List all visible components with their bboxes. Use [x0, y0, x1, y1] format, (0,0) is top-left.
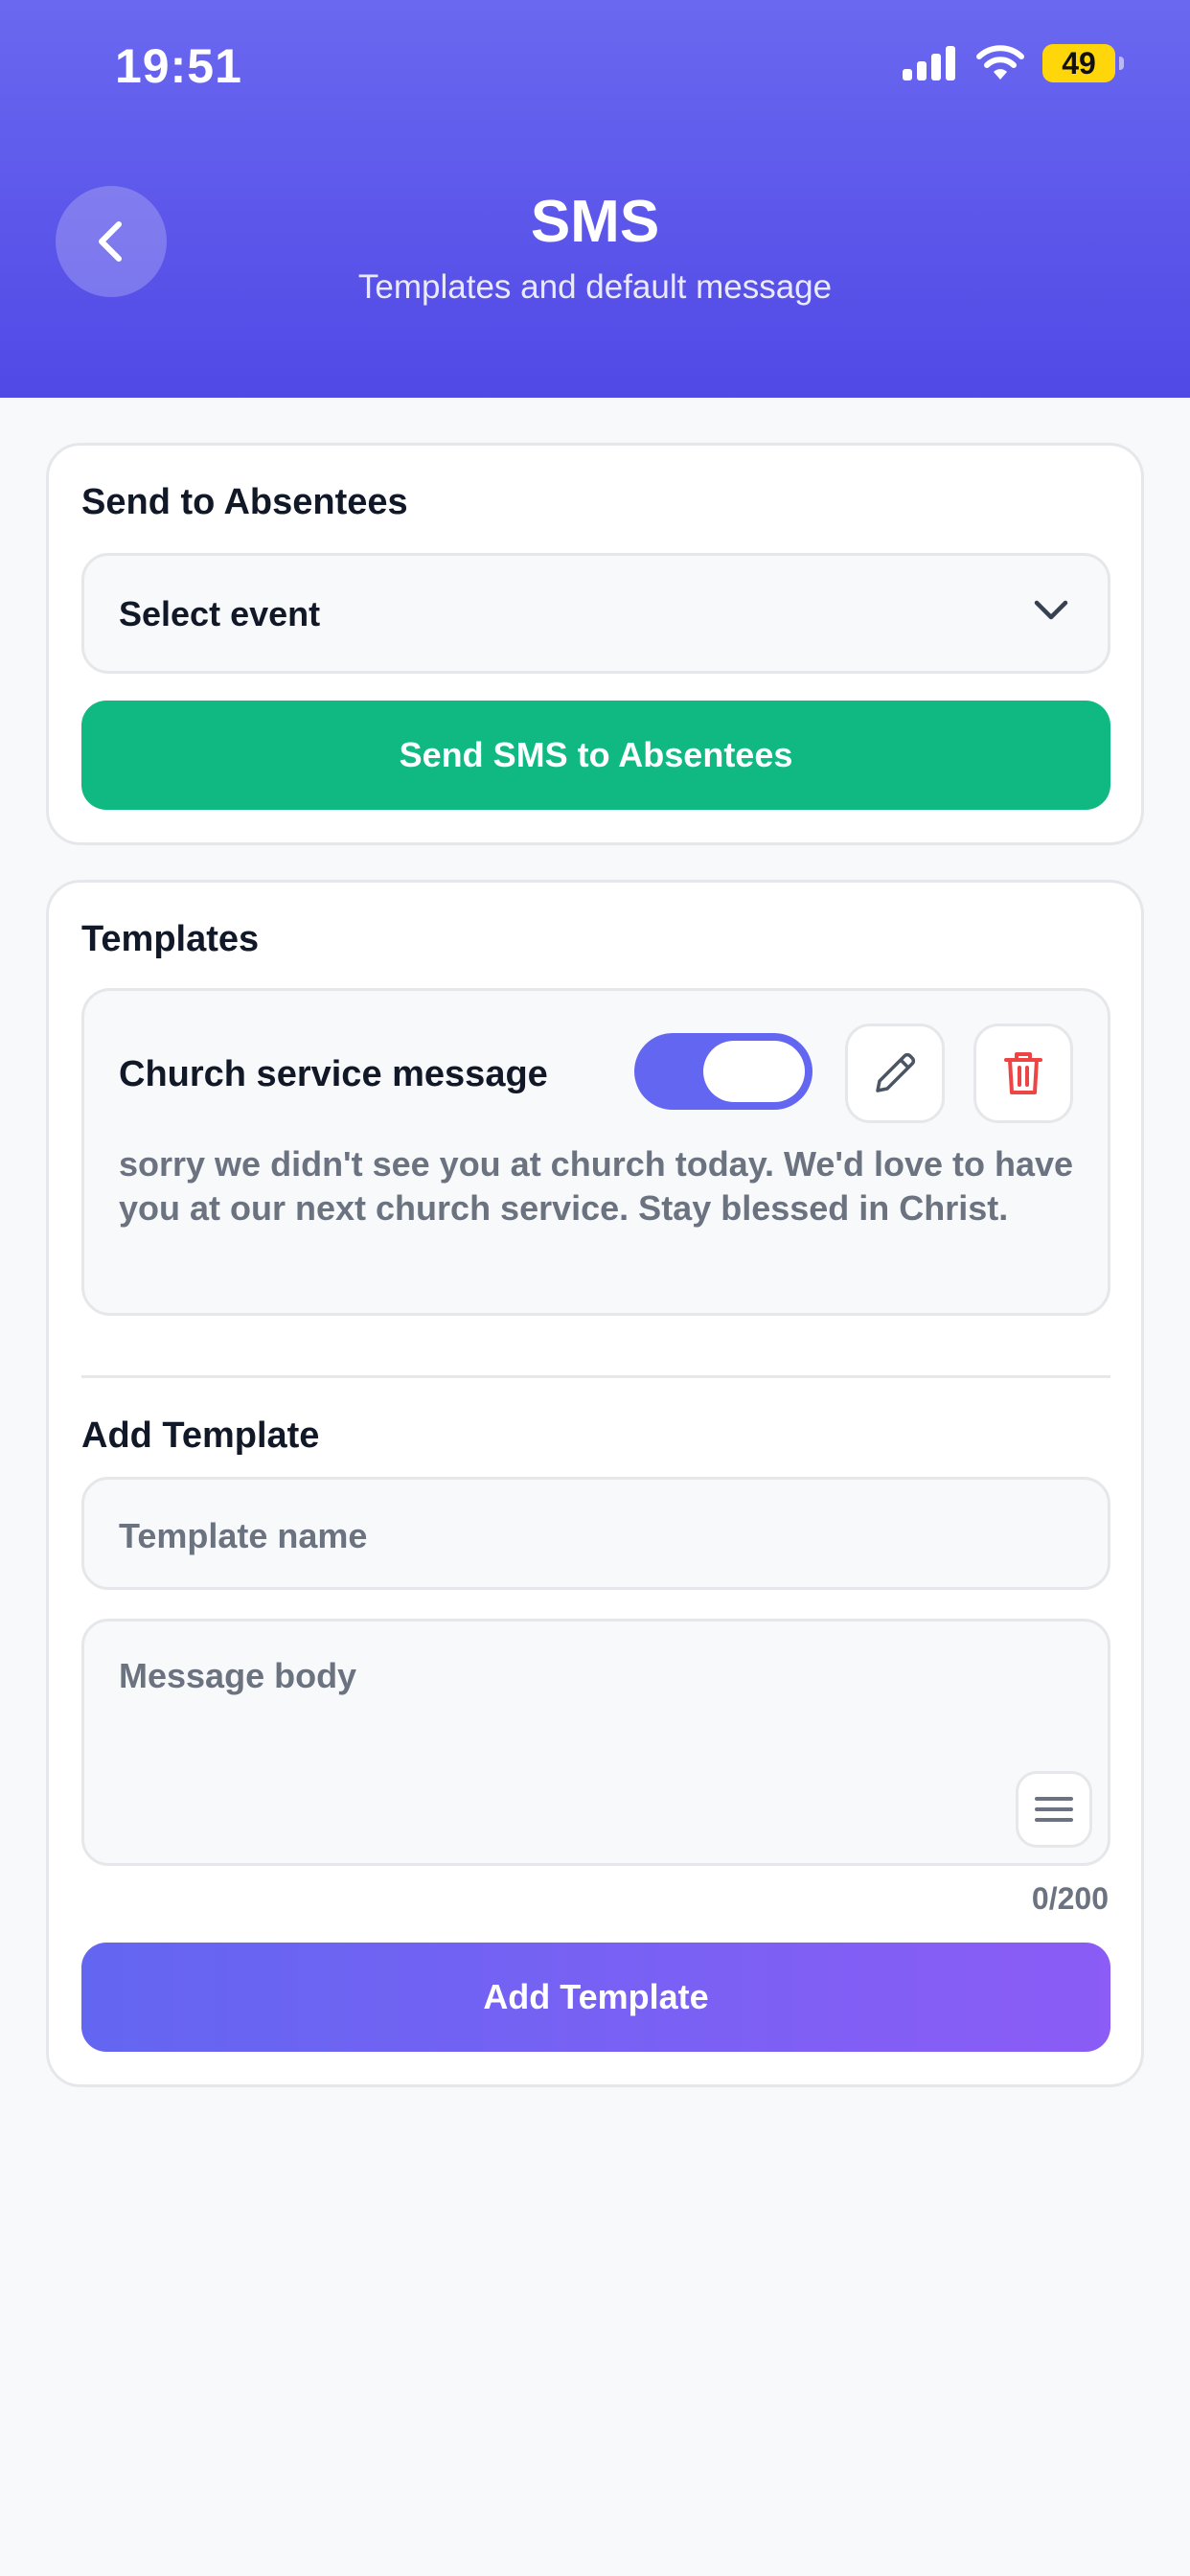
wifi-icon	[976, 45, 1024, 80]
battery-indicator: 49	[1042, 44, 1124, 82]
pencil-icon	[876, 1052, 916, 1092]
template-name: Church service message	[119, 1054, 548, 1094]
templates-card: Templates Church service message sorry w…	[46, 880, 1144, 2087]
templates-title: Templates	[81, 919, 260, 959]
header: 19:51 49 SMS Templates and default messa…	[0, 0, 1190, 398]
message-body-input[interactable]: Message body	[81, 1619, 1110, 1866]
signal-icon	[903, 46, 955, 80]
toggle-knob	[703, 1041, 805, 1102]
trash-icon	[1004, 1052, 1042, 1094]
send-sms-button[interactable]: Send SMS to Absentees	[81, 701, 1110, 810]
status-time: 19:51	[115, 39, 242, 93]
edit-template-button[interactable]	[845, 1024, 945, 1123]
divider	[81, 1375, 1110, 1378]
delete-template-button[interactable]	[973, 1024, 1073, 1123]
template-name-input[interactable]: Template name	[81, 1477, 1110, 1590]
template-enabled-toggle[interactable]	[634, 1033, 812, 1110]
absentees-title: Send to Absentees	[81, 482, 408, 522]
event-select-value: Select event	[119, 594, 321, 633]
chevron-down-icon	[1034, 600, 1068, 620]
template-body: sorry we didn't see you at church today.…	[119, 1144, 1074, 1228]
message-body-placeholder: Message body	[119, 1656, 357, 1695]
character-counter: 0/200	[1031, 1881, 1109, 1916]
template-name-placeholder: Template name	[119, 1516, 368, 1555]
add-template-title: Add Template	[81, 1415, 320, 1456]
menu-icon	[1035, 1797, 1073, 1822]
page-subtitle: Templates and default message	[357, 268, 833, 306]
page-title: SMS	[530, 189, 660, 255]
insert-options-button[interactable]	[1016, 1771, 1092, 1848]
add-template-button[interactable]: Add Template	[81, 1943, 1110, 2052]
status-icons: 49	[903, 44, 1124, 82]
event-select[interactable]: Select event	[81, 553, 1110, 674]
send-to-absentees-card: Send to Absentees Select event Send SMS …	[46, 443, 1144, 845]
template-item: Church service message sorry we didn't s…	[81, 988, 1110, 1316]
